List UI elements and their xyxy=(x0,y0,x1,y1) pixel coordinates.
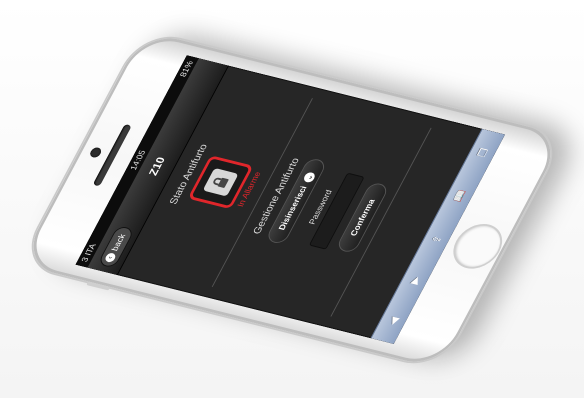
chevron-down-icon: ⌄ xyxy=(301,171,317,183)
bookmarks-icon[interactable]: 📖 xyxy=(451,189,469,203)
iphone-device: 3 ITA 14:05 81% ‹ back Z10 Stato Antifur… xyxy=(19,30,565,370)
lock-icon xyxy=(202,167,239,197)
forward-arrow-icon[interactable]: ▶ xyxy=(407,275,422,285)
home-button[interactable] xyxy=(447,221,509,272)
front-camera-icon xyxy=(88,146,103,159)
volume-buttons xyxy=(86,281,111,291)
tabs-icon[interactable]: ❐ xyxy=(475,147,491,158)
phone-screen: 3 ITA 14:05 81% ‹ back Z10 Stato Antifur… xyxy=(75,55,506,344)
share-icon[interactable]: ⇪ xyxy=(429,234,445,245)
back-arrow-icon[interactable]: ◀ xyxy=(386,316,401,326)
scene: 3 ITA 14:05 81% ‹ back Z10 Stato Antifur… xyxy=(0,0,584,398)
